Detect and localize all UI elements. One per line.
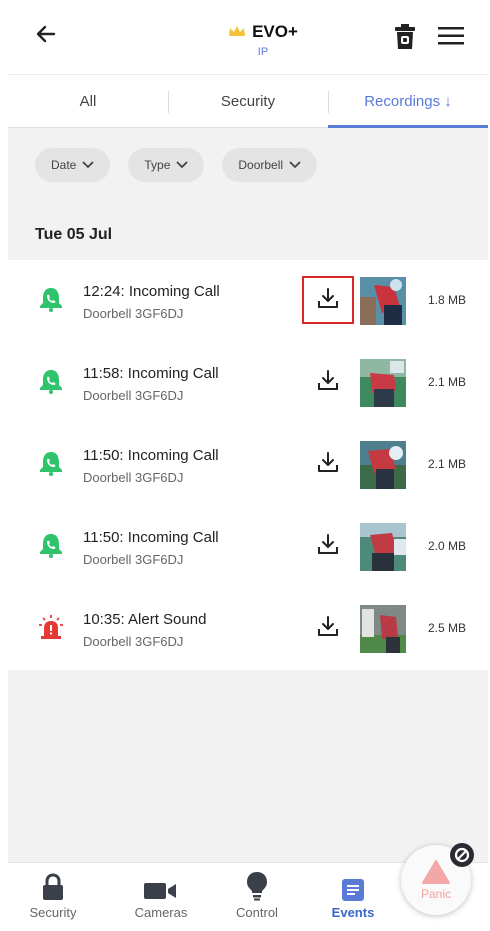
app-frame: EVO+ IP All Security Recordings ↓ Date T… [8, 0, 488, 931]
incoming-call-bell-icon [38, 368, 64, 394]
incoming-call-bell-icon [38, 532, 64, 558]
nav-security[interactable]: Security [8, 869, 98, 920]
file-size: 2.0 MB [428, 539, 467, 553]
filter-type[interactable]: Type [128, 148, 205, 182]
nav-events-label: Events [331, 905, 375, 920]
tab-recordings[interactable]: Recordings ↓ [328, 75, 488, 128]
alarm-siren-icon [38, 614, 64, 640]
list-item[interactable]: 11:58: Incoming Call Doorbell 3GF6DJ 2.1… [8, 342, 488, 424]
list-item[interactable]: 12:24: Incoming Call Doorbell 3GF6DJ 1.8… [8, 260, 488, 342]
filter-type-label: Type [144, 158, 171, 172]
recording-thumbnail[interactable] [360, 277, 406, 325]
chevron-down-icon [176, 158, 189, 172]
event-title: 11:58: Incoming Call [83, 365, 219, 382]
event-title: 12:24: Incoming Call [83, 283, 220, 300]
event-title: 11:50: Incoming Call [83, 529, 219, 546]
lock-icon [8, 869, 98, 901]
download-button[interactable] [302, 522, 354, 570]
file-size: 2.5 MB [428, 621, 467, 635]
chevron-down-icon [82, 158, 94, 172]
filter-bar: Date Type Doorbell [35, 148, 318, 182]
hamburger-menu-icon[interactable] [438, 26, 464, 51]
download-icon [316, 614, 340, 643]
incoming-call-bell-icon [38, 450, 64, 476]
list-item[interactable]: 10:35: Alert Sound Doorbell 3GF6DJ 2.5 M… [8, 588, 488, 670]
nav-cameras-label: Cameras [134, 905, 188, 920]
download-icon [316, 286, 340, 315]
app-title: EVO+ [228, 22, 298, 42]
download-icon [316, 368, 340, 397]
file-size: 2.1 MB [428, 457, 467, 471]
event-device: Doorbell 3GF6DJ [83, 634, 184, 649]
panic-label: Panic [420, 887, 452, 901]
download-icon [316, 532, 340, 561]
download-icon [316, 450, 340, 479]
nav-control-label: Control [236, 905, 278, 920]
recording-thumbnail[interactable] [360, 605, 406, 653]
event-device: Doorbell 3GF6DJ [83, 470, 184, 485]
recording-thumbnail[interactable] [360, 441, 406, 489]
incoming-call-bell-icon [38, 286, 64, 312]
file-size: 2.1 MB [428, 375, 467, 389]
file-size: 1.8 MB [428, 293, 467, 307]
nav-control[interactable]: Control [212, 869, 302, 920]
download-button[interactable] [302, 440, 354, 488]
app-title-text: EVO+ [252, 22, 298, 41]
warning-triangle-icon [421, 859, 451, 890]
recordings-list: 12:24: Incoming Call Doorbell 3GF6DJ 1.8… [8, 260, 488, 670]
download-button[interactable] [302, 604, 354, 652]
nav-security-label: Security [29, 905, 77, 920]
chevron-down-icon [289, 158, 301, 172]
nav-cameras[interactable]: Cameras [116, 869, 206, 920]
tab-all[interactable]: All [8, 75, 168, 127]
video-camera-icon [116, 869, 206, 901]
event-device: Doorbell 3GF6DJ [83, 552, 184, 567]
filter-date[interactable]: Date [35, 148, 111, 182]
panic-status-icon [450, 843, 474, 867]
list-item[interactable]: 11:50: Incoming Call Doorbell 3GF6DJ 2.1… [8, 424, 488, 506]
date-heading: Tue 05 Jul [35, 226, 113, 243]
nav-events[interactable]: Events [308, 869, 398, 920]
event-tabs: All Security Recordings ↓ [8, 74, 488, 128]
tab-security[interactable]: Security [168, 75, 328, 127]
filter-date-label: Date [51, 158, 77, 172]
app-subtitle: IP [257, 46, 269, 58]
event-device: Doorbell 3GF6DJ [83, 306, 184, 321]
filter-device-label: Doorbell [238, 158, 284, 172]
filter-device[interactable]: Doorbell [222, 148, 318, 182]
lightbulb-icon [212, 869, 302, 901]
download-button[interactable] [302, 358, 354, 406]
trash-icon[interactable] [394, 24, 416, 55]
event-device: Doorbell 3GF6DJ [83, 388, 184, 403]
list-item[interactable]: 11:50: Incoming Call Doorbell 3GF6DJ 2.0… [8, 506, 488, 588]
download-button[interactable] [302, 276, 354, 324]
crown-icon [228, 22, 246, 42]
recording-thumbnail[interactable] [360, 523, 406, 571]
event-title: 11:50: Incoming Call [83, 447, 219, 464]
recording-thumbnail[interactable] [360, 359, 406, 407]
event-title: 10:35: Alert Sound [83, 611, 207, 628]
app-header: EVO+ IP [8, 0, 488, 74]
events-list-icon [308, 869, 398, 901]
